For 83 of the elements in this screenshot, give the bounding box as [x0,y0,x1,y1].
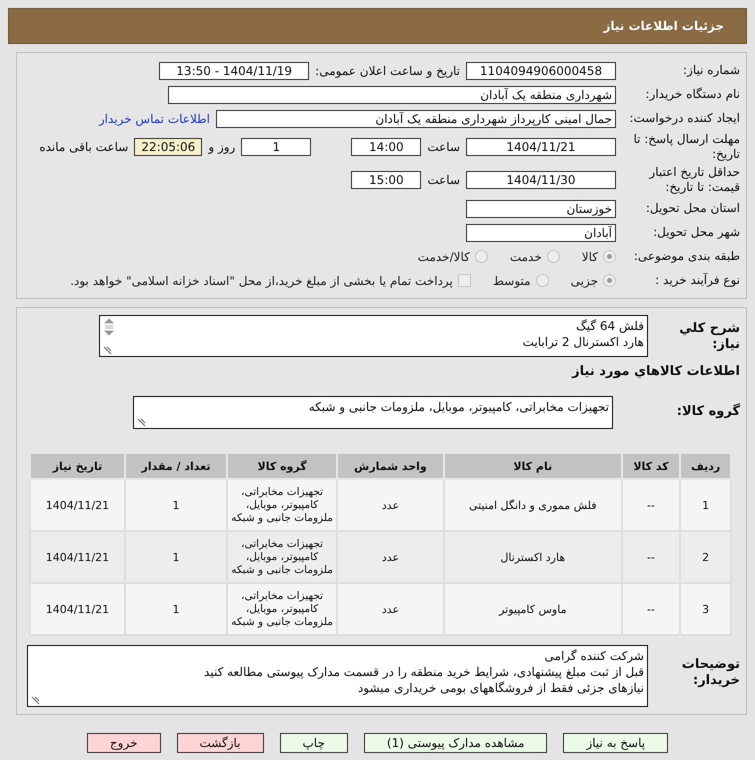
table-cell: -- [622,479,680,531]
column-header: گروه کالا [227,453,338,479]
field-label: طبقه بندی موضوعی: [632,249,740,264]
input-field[interactable]: 1404/11/21 [466,138,616,156]
input-field[interactable]: جمال امینی کارپرداز شهرداری منطقه یک آبادان [216,110,616,128]
table-cell: فلش مموری و دانگل امنیتی [444,479,622,531]
section-heading: اطلاعات کالاهاي مورد نياز [570,363,740,381]
field-text: ساعت [427,140,460,154]
table-cell: تجهیزات مخابراتی، کامپیوتر، موبایل، ملزومات جانبی و شبکه [227,583,338,635]
input-field[interactable]: 1104094906000458 [466,62,616,80]
resize-grip-icon [136,418,146,427]
input-field[interactable]: شهرداری منطقه یک آبادان [168,86,616,104]
field-label: مهلت ارسال پاسخ: تا تاریخ: [632,132,740,162]
field-text: روز و [208,140,236,154]
column-header: تعداد / مقدار [124,453,228,479]
field-label: استان محل تحویل: [644,201,740,216]
table-cell: 2 [680,531,731,583]
action-button[interactable]: چاپ [280,733,348,753]
option-label: متوسط [492,274,531,288]
input-field[interactable]: 15:00 [351,171,422,189]
option-label: جزیی [570,274,598,288]
column-header: واحد شمارش [337,453,444,479]
option-label: کالا/خدمت [418,250,470,264]
field-text: ساعت باقی مانده [39,140,128,154]
table-cell: تجهیزات مخابراتی، کامپیوتر، موبایل، ملزومات جانبی و شبکه [227,479,338,531]
scroll-arrows-icon [103,318,115,336]
table-cell: عدد [337,531,444,583]
radio-button[interactable] [603,274,616,287]
input-field[interactable]: 1404/11/30 [466,171,616,189]
action-button[interactable]: مشاهده مدارک پیوستی (1) [364,733,548,753]
resize-grip-icon [102,346,112,355]
table-cell: هارد اکسترنال [444,531,622,583]
buyer-notes-field[interactable]: شرکت کننده گرامی قبل از ثبت مبلغ پیشنهادی، شرایط خرید منطقه را در قسمت مدارک پیوستی مطالعه کنید نیازهای جزئی فقط از فروشگاههای بومی خریداری میشود [27,645,648,707]
action-button[interactable]: خروج [86,733,160,753]
field-label: ایجاد کننده درخواست: [628,111,740,126]
field-label: شماره نیاز: [682,63,740,78]
input-field[interactable]: 1404/11/19 - 13:50 [159,62,310,80]
table-cell: 1 [680,479,731,531]
input-field[interactable]: خوزستان [466,200,616,218]
option-label: خدمت [510,250,542,264]
page-title: جزئیات اطلاعات نیاز [603,19,724,33]
radio-button[interactable] [536,274,549,287]
option-label: کالا [582,250,598,264]
radio-button[interactable] [603,250,616,263]
resize-grip-icon [30,696,40,705]
table-cell: 1 [124,583,228,635]
table-cell: 1 [124,479,228,531]
table-cell: 1404/11/21 [30,479,125,531]
countdown-field[interactable]: 22:05:06 [134,138,202,156]
field-label: توضیحات خریدار: [680,656,740,689]
field-text: ساعت [427,173,460,187]
table-cell: عدد [337,479,444,531]
radio-button[interactable] [474,250,488,263]
table-cell: -- [622,583,680,635]
contact-link[interactable]: اطلاعات تماس خریدار [98,112,210,126]
checkbox[interactable] [458,274,471,287]
radio-button[interactable] [546,250,560,263]
table-cell: عدد [337,583,444,635]
option-label: پرداخت تمام یا بخشی از مبلغ خرید،از محل "اسناد خزانه اسلامی" خواهد بود. [70,274,453,288]
table-cell: 3 [680,583,731,635]
input-field[interactable]: 1 [241,138,312,156]
action-button[interactable]: پاسخ به نیاز [563,733,668,753]
column-header: کد کالا [622,453,680,479]
action-button[interactable]: بازگشت [176,733,264,753]
input-field[interactable]: 14:00 [351,138,422,156]
table-cell: 1 [124,531,228,583]
column-header: تاریخ نیاز [30,453,125,479]
field-label: گروه کالا: [676,402,740,420]
field-label: نام دستگاه خریدار: [644,87,740,102]
field-label: نوع فرآیند خرید : [654,273,740,288]
table-cell: تجهیزات مخابراتی، کامپیوتر، موبایل، ملزومات جانبی و شبکه [227,531,338,583]
column-header: نام کالا [444,453,622,479]
goods-group-field[interactable]: تجهیزات مخابراتی، کامپیوتر، موبایل، ملزومات جانبی و شبکه [133,396,613,429]
column-header: ردیف [680,453,731,479]
field-label: شهر محل تحویل: [652,225,740,240]
table-cell: ماوس کامپیوتر [444,583,622,635]
table-cell: 1404/11/21 [30,583,125,635]
table-cell: -- [622,531,680,583]
table-cell: 1404/11/21 [30,531,125,583]
field-label: حداقل تاریخ اعتبار قیمت: تا تاریخ: [648,165,740,195]
field-label: تاریخ و ساعت اعلان عمومی: [315,64,460,78]
field-label: شرح کلي نياز: [678,320,740,353]
description-field[interactable]: فلش 64 گیگ هارد اکسترنال 2 ترابایت [99,315,648,357]
